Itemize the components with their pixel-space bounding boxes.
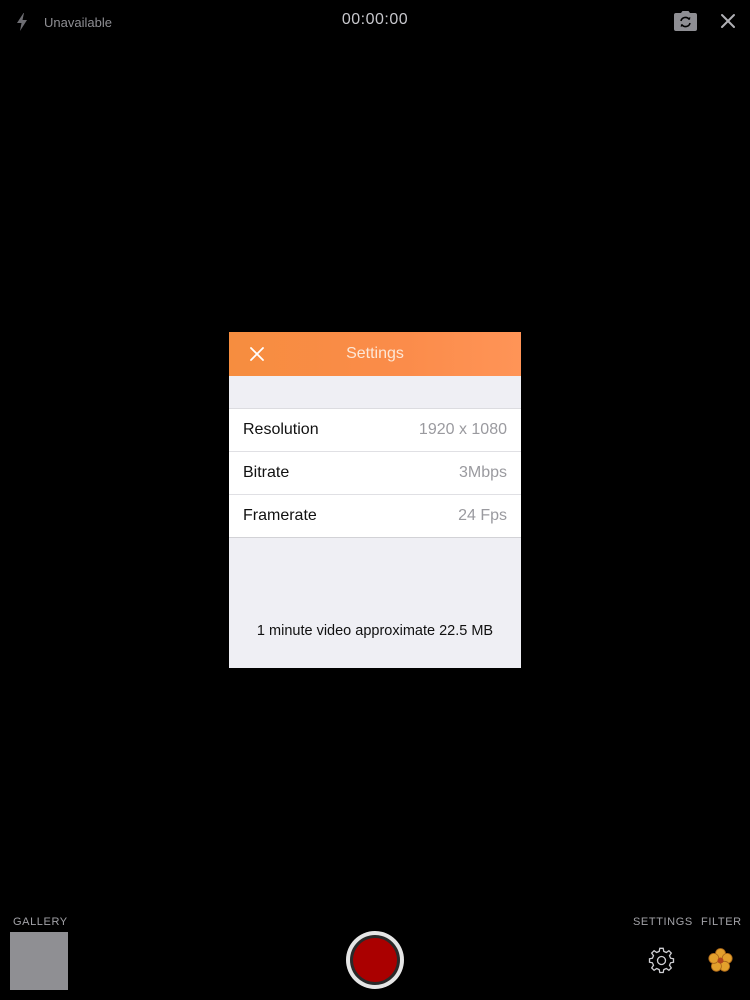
camera-screen: Unavailable 00:00:00 Settings Resolution…: [0, 0, 750, 1000]
close-icon[interactable]: [718, 11, 738, 31]
flip-camera-icon[interactable]: [673, 10, 698, 32]
record-button-ring: [350, 935, 400, 985]
row-label: Resolution: [243, 421, 319, 438]
recording-timer: 00:00:00: [341, 11, 409, 28]
settings-row-framerate[interactable]: Framerate 24 Fps: [229, 495, 521, 538]
gallery-label: GALLERY: [13, 916, 68, 928]
settings-list: Resolution 1920 x 1080 Bitrate 3Mbps Fra…: [229, 409, 521, 538]
record-button[interactable]: [346, 931, 404, 989]
row-label: Bitrate: [243, 464, 290, 481]
settings-row-bitrate[interactable]: Bitrate 3Mbps: [229, 452, 521, 495]
dialog-spacer: [229, 376, 521, 409]
gallery-thumbnail[interactable]: [10, 932, 68, 990]
dialog-header: Settings: [229, 332, 521, 376]
row-value: 24 Fps: [458, 507, 507, 524]
settings-label: SETTINGS: [633, 916, 693, 928]
dialog-title: Settings: [346, 345, 404, 362]
row-value: 3Mbps: [458, 464, 507, 481]
settings-row-resolution[interactable]: Resolution 1920 x 1080: [229, 409, 521, 452]
settings-dialog: Settings Resolution 1920 x 1080 Bitrate …: [229, 332, 521, 668]
flower-icon[interactable]: [707, 947, 734, 974]
row-label: Framerate: [243, 507, 317, 524]
gear-icon[interactable]: [648, 947, 675, 974]
row-value: 1920 x 1080: [418, 421, 507, 438]
record-dot: [353, 938, 397, 982]
file-size-estimate: 1 minute video approximate 22.5 MB: [256, 623, 494, 639]
filter-label: FILTER: [701, 916, 742, 928]
